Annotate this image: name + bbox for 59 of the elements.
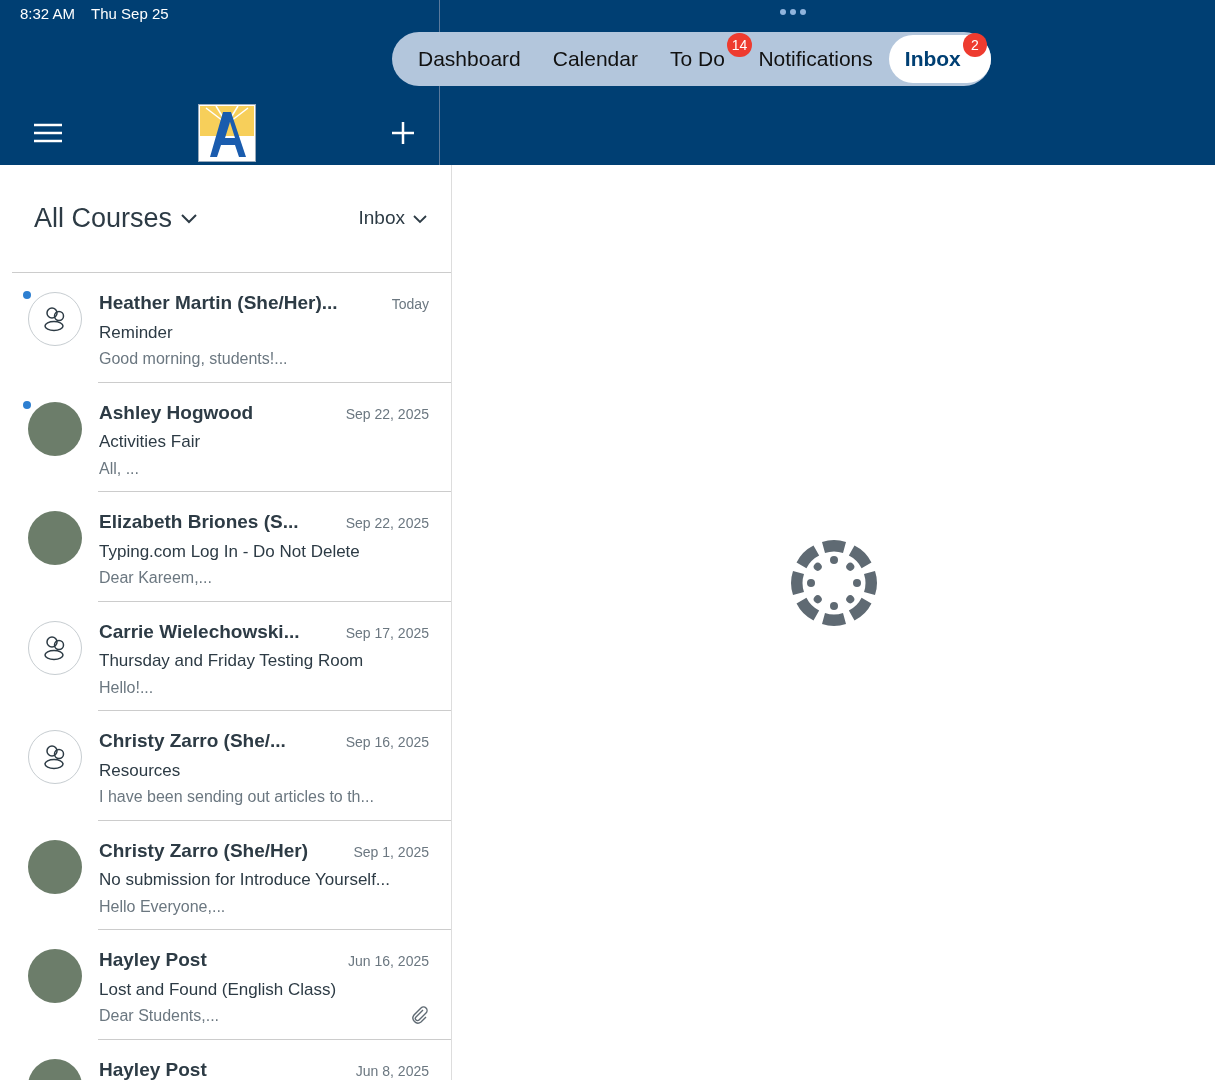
tab[interactable]: Dashboard [402, 35, 537, 83]
message-preview: Dear Kareem,... [99, 568, 212, 588]
message-row[interactable]: Ashley Hogwood Sep 22, 2025 Activities Fair All, ... [12, 382, 451, 492]
message-row[interactable]: Christy Zarro (She/... Sep 16, 2025 Resources I have been sending out articles to th... [12, 711, 451, 821]
message-row[interactable]: Carrie Wielechowski... Sep 17, 2025 Thursday and Friday Testing Room Hello!... [12, 601, 451, 711]
message-preview: All, ... [99, 458, 139, 479]
plus-icon[interactable] [391, 120, 415, 145]
folder-filter-dropdown[interactable]: Inbox [358, 204, 427, 233]
tab[interactable]: Calendar [536, 35, 654, 83]
message-row[interactable]: Heather Martin (She/Her)... Today Reminder Good morning, students!... [12, 273, 451, 383]
message-preview: Hello Everyone,... [99, 896, 226, 917]
caret-icon [180, 212, 199, 225]
school-logo-icon [197, 103, 256, 162]
menu-icon[interactable] [34, 122, 62, 143]
sender-name: Heather Martin (She/Her)... [99, 291, 338, 315]
sender-name: Elizabeth Briones (S... [99, 510, 299, 534]
message-preview: Dear Students,... [99, 1006, 220, 1026]
message-date: Sep 17, 2025 [345, 623, 429, 643]
message-subject: Lost and Found (English Class) [99, 978, 338, 1001]
sender-name: Christy Zarro (She/... [99, 729, 286, 753]
group-avatar-icon [28, 730, 82, 784]
message-date: Sep 22, 2025 [345, 404, 429, 424]
avatar-photo-placeholder [28, 839, 82, 894]
message-date: Sep 1, 2025 [353, 842, 429, 862]
message-subject: Reminder [99, 321, 174, 344]
sender-name: Hayley Post [99, 1057, 207, 1080]
count-badge: 14 [726, 33, 753, 58]
message-date: Sep 16, 2025 [345, 733, 429, 752]
status-date: Thu Sep 25 [91, 4, 169, 24]
message-subject: Activities Fair [99, 431, 202, 453]
message-subject: Thursday and Friday Testing Room [99, 650, 365, 672]
group-avatar-icon [28, 292, 82, 346]
message-row[interactable]: Hayley Post Jun 16, 2025 Lost and Found (English Class) Dear Students,... [12, 930, 451, 1040]
avatar-photo-placeholder [28, 949, 82, 1003]
tab[interactable]: To Do [653, 35, 727, 83]
sender-name: Christy Zarro (She/Her) [99, 838, 309, 863]
message-date: Jun 16, 2025 [348, 952, 429, 971]
message-date: Sep 22, 2025 [345, 514, 429, 533]
group-avatar-icon [28, 620, 82, 675]
sender-name: Carrie Wielechowski... [99, 619, 300, 644]
status-time: 8:32 AM [20, 4, 76, 24]
course-filter-dropdown[interactable]: All Courses [34, 198, 199, 239]
avatar-photo-placeholder [28, 511, 82, 565]
avatar-photo-placeholder [28, 401, 82, 456]
sender-name: Hayley Post [99, 948, 207, 972]
caret-icon [413, 213, 427, 224]
loading-spinner-icon [790, 539, 877, 626]
message-subject: Resources [99, 759, 182, 782]
message-subject: Typing.com Log In - Do Not Delete [99, 540, 361, 563]
sender-name: Ashley Hogwood [99, 400, 254, 425]
message-date: Jun 8, 2025 [355, 1061, 429, 1080]
message-preview: Good morning, students!... [99, 349, 288, 369]
message-date: Today [391, 295, 429, 314]
message-preview: I have been sending out articles to th... [99, 787, 374, 807]
message-preview: Hello!... [99, 677, 154, 698]
message-subject: No submission for Introduce Yourself... [99, 869, 392, 891]
message-row[interactable]: Elizabeth Briones (S... Sep 22, 2025 Typing.com Log In - Do Not Delete Dear Kareem,... [12, 492, 451, 602]
message-row[interactable]: Hayley Post Jun 8, 2025 [12, 1039, 451, 1080]
message-row[interactable]: Christy Zarro (She/Her) Sep 1, 2025 No submission for Introduce Yourself... Hello Everyone,... [12, 820, 451, 930]
